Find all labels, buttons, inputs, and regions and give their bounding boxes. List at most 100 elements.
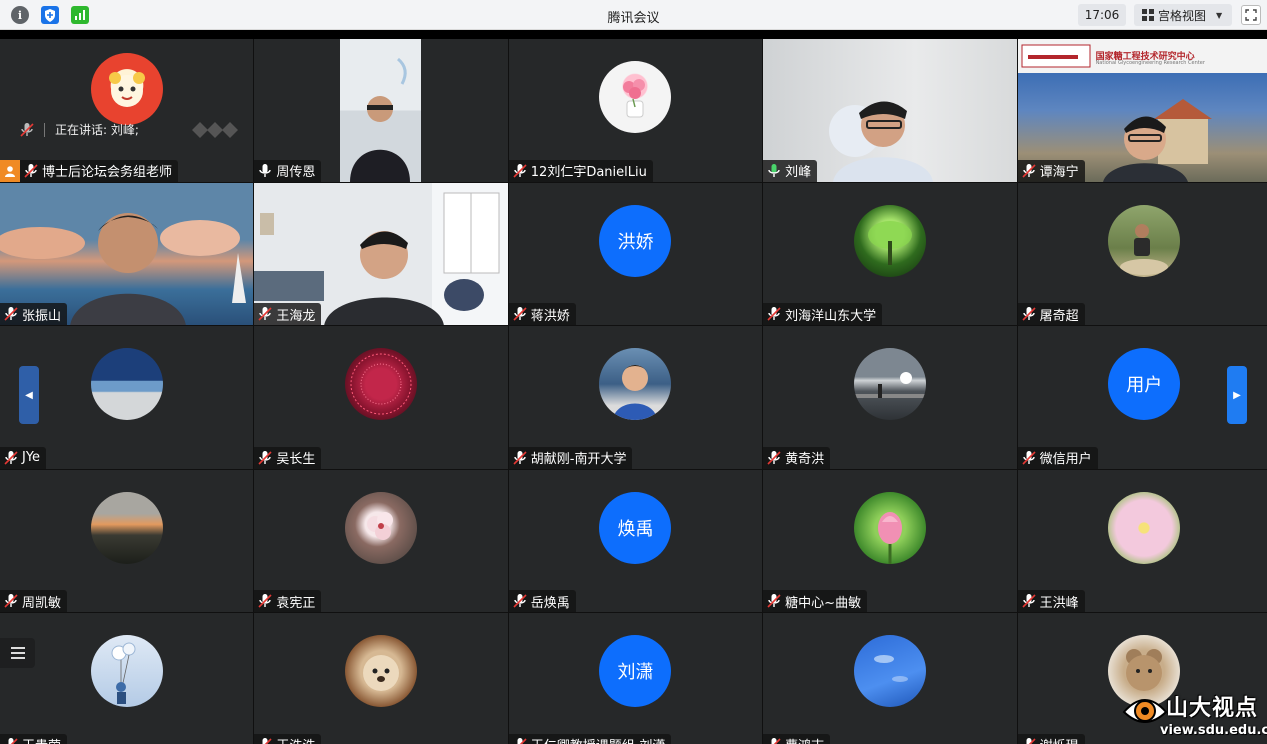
participant-tile[interactable]: 国家糖工程技术研究中心 National Glycoengineering Re… [1017,39,1267,182]
signal-bars-icon [192,122,238,138]
participant-avatar [345,348,418,421]
fullscreen-icon [1245,9,1257,21]
participant-name: JYe [22,450,41,466]
mic-muted-icon [1021,593,1036,609]
participant-tile[interactable]: 周凯敏 [0,469,254,613]
participant-tile[interactable]: 洪娇 蒋洪娇 [508,182,763,326]
participant-avatar [599,61,672,133]
participant-tile[interactable]: 焕禹 岳焕禹 [508,469,763,613]
participant-avatar [90,491,163,564]
mic-on-icon [767,163,781,179]
host-badge-icon [0,159,20,182]
participant-tile[interactable]: 王贵荣 [0,613,254,744]
mic-muted-icon [513,306,527,322]
app-title: 腾讯会议 [607,11,660,26]
participant-name-tag: 袁宪正 [254,590,322,613]
participant-tile[interactable]: 袁宪正 [254,469,508,613]
participant-avatar [853,635,926,708]
next-page-button[interactable]: ▶ [1227,366,1247,424]
participant-avatar [345,635,418,708]
mic-muted-icon [767,737,781,744]
participant-tile[interactable]: 周传恩 [254,39,508,182]
participant-name-tag: 黄奇洪 [763,446,831,469]
participant-name-tag: 胡献刚-南开大学 [508,446,633,469]
participant-avatar: 洪娇 [599,204,672,277]
participant-name: 曹鸿志 [785,735,824,744]
mic-muted-icon [513,593,527,609]
mic-muted-icon [1021,450,1036,466]
fullscreen-button[interactable] [1241,5,1261,25]
mic-muted-icon [258,737,272,744]
mic-muted-icon [1021,306,1036,322]
mic-muted-icon [20,122,34,138]
mic-muted-icon [767,450,781,466]
mic-muted-icon [1022,737,1036,744]
participant-tile[interactable]: 12刘仁宇DanielLiu [508,39,763,182]
participant-name: 微信用户 [1039,452,1092,468]
mic-muted-icon [767,593,781,609]
watermark-url: view.sdu.edu.cn [1160,723,1267,738]
participant-avatar [853,204,926,277]
participant-name: 岳焕禹 [530,595,570,611]
participant-name-tag: 刘海洋山东大学 [763,303,883,326]
mic-muted-icon [24,163,38,179]
participant-name: 王浩浩 [276,735,315,744]
participant-name-tag: 曹鸿志 [763,733,831,744]
participant-name: 王贵荣 [22,735,61,744]
mic-muted-icon [4,737,18,744]
participant-tile[interactable]: 屠奇超 [1017,182,1267,326]
participant-name-tag: 刘峰 [763,159,818,182]
participant-tile[interactable]: 吴长生 [254,326,508,469]
previous-page-button[interactable]: ◀ [19,366,39,424]
grid-view-icon [1142,9,1154,21]
participant-tile[interactable]: 正在讲话: 刘峰; 博士后论坛会务组老师 [0,39,254,182]
participant-tile[interactable]: 王浩浩 [254,613,508,744]
participant-name: 王海龙 [276,308,316,324]
participant-tile[interactable]: 刘峰 [763,39,1017,182]
participant-list-button[interactable] [0,638,35,668]
participant-name-tag: 蒋洪娇 [508,303,576,326]
participant-name-tag: 王海龙 [254,303,322,326]
participant-avatar [853,348,926,421]
participant-name: 谢烁琨 [1040,735,1079,744]
participant-name: 张振山 [22,308,62,324]
participant-name: 周凯敏 [22,595,62,611]
participant-tile[interactable]: 张振山 [0,182,254,326]
divider [44,122,45,137]
participant-tile[interactable]: 王海龙 [254,182,508,326]
participant-avatar [853,491,926,564]
view-mode-dropdown[interactable]: 宫格视图 ▼ [1134,4,1232,26]
participant-name: 吴长生 [276,452,316,468]
participant-avatar: 用户 [1108,348,1181,421]
chevron-left-icon: ◀ [25,389,33,401]
participant-name: 袁宪正 [276,595,316,611]
mic-muted-icon [258,306,272,322]
participant-avatar [1108,204,1181,277]
participant-tile[interactable]: 刘海洋山东大学 [763,182,1017,326]
participant-name: 刘峰 [785,165,812,181]
participant-name: 王洪峰 [1039,595,1079,611]
mic-muted-icon [767,306,781,322]
participant-tile[interactable]: 曹鸿志 [763,613,1017,744]
participant-name-tag: 屠奇超 [1017,303,1085,326]
participant-tile[interactable]: 刘潇 王仁卿教授课题组-刘潇 [508,613,763,744]
participant-name-tag: 12刘仁宇DanielLiu [508,159,653,182]
mic-muted-icon [513,163,527,179]
participant-tile[interactable]: 胡献刚-南开大学 [508,326,763,469]
participant-tile[interactable]: 王洪峰 [1017,469,1267,613]
participant-avatar [90,53,163,125]
participant-name-tag: 谭海宁 [1017,159,1085,182]
participant-tile[interactable]: 糖中心~曲敏 [763,469,1017,613]
participant-name: 蒋洪娇 [530,308,570,324]
mic-muted-icon [4,306,18,322]
view-mode-label: 宫格视图 [1158,8,1207,23]
mic-muted-icon [513,737,527,744]
participant-name-tag: JYe [0,446,47,469]
mic-on-icon [258,163,272,179]
mic-muted-icon [4,593,18,609]
watermark-title: 山大视点 [1166,696,1259,721]
participant-name-tag: 王贵荣 [0,733,68,744]
participant-tile[interactable]: 黄奇洪 [763,326,1017,469]
participant-avatar: 刘潇 [599,635,672,708]
participant-name: 黄奇洪 [785,452,825,468]
